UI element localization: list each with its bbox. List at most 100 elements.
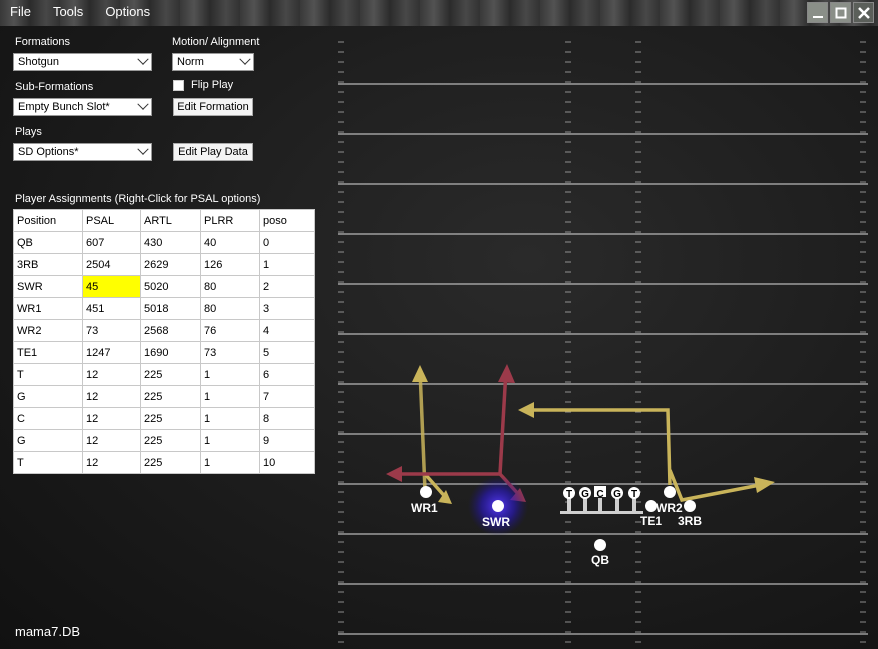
table-cell-psal[interactable]: 73 bbox=[82, 319, 141, 342]
player-qb[interactable]: QB bbox=[591, 539, 609, 567]
table-cell-poso[interactable]: 1 bbox=[259, 253, 315, 276]
player-wr1[interactable]: WR1 bbox=[411, 486, 438, 515]
table-cell-poso[interactable]: 6 bbox=[259, 363, 315, 386]
table-cell-plrr[interactable]: 1 bbox=[200, 451, 260, 474]
table-cell-artl[interactable]: 1690 bbox=[140, 341, 201, 364]
table-row[interactable]: SWR 45 5020 80 2 bbox=[13, 275, 315, 298]
table-cell-psal[interactable]: 12 bbox=[82, 429, 141, 452]
plays-value: SD Options* bbox=[18, 146, 79, 158]
table-cell-poso[interactable]: 8 bbox=[259, 407, 315, 430]
lineman-label: G bbox=[581, 489, 589, 500]
table-cell-psal[interactable]: 451 bbox=[82, 297, 141, 320]
table-cell-position[interactable]: QB bbox=[13, 231, 83, 254]
table-cell-position[interactable]: 3RB bbox=[13, 253, 83, 276]
table-cell-plrr[interactable]: 80 bbox=[200, 297, 260, 320]
maximize-button[interactable] bbox=[830, 2, 851, 23]
edit-play-data-button[interactable]: Edit Play Data bbox=[173, 143, 253, 161]
table-cell-position[interactable]: WR1 bbox=[13, 297, 83, 320]
lineman-g[interactable]: G bbox=[576, 487, 594, 514]
route-wr2-crossing[interactable] bbox=[530, 408, 672, 486]
table-row[interactable]: 3RB 2504 2629 126 1 bbox=[13, 253, 315, 276]
table-row[interactable]: WR1 451 5018 80 3 bbox=[13, 297, 315, 320]
column-header-position[interactable]: Position bbox=[13, 209, 83, 232]
table-cell-psal[interactable]: 12 bbox=[82, 385, 141, 408]
route-wr2-flat[interactable] bbox=[668, 469, 761, 502]
table-cell-psal[interactable]: 12 bbox=[82, 407, 141, 430]
column-header-psal[interactable]: PSAL bbox=[82, 209, 141, 232]
table-cell-plrr[interactable]: 1 bbox=[200, 429, 260, 452]
table-cell-plrr[interactable]: 1 bbox=[200, 385, 260, 408]
lineman-t[interactable]: T bbox=[625, 487, 643, 514]
table-row[interactable]: WR2 73 2568 76 4 bbox=[13, 319, 315, 342]
table-cell-poso[interactable]: 9 bbox=[259, 429, 315, 452]
table-row[interactable]: TE1 1247 1690 73 5 bbox=[13, 341, 315, 364]
plays-select[interactable]: SD Options* bbox=[13, 143, 152, 161]
table-cell-psal[interactable]: 607 bbox=[82, 231, 141, 254]
table-cell-artl[interactable]: 225 bbox=[140, 451, 201, 474]
menu-options[interactable]: Options bbox=[101, 4, 154, 22]
table-cell-psal[interactable]: 2504 bbox=[82, 253, 141, 276]
formations-select[interactable]: Shotgun bbox=[13, 53, 152, 71]
table-cell-poso[interactable]: 4 bbox=[259, 319, 315, 342]
table-cell-position[interactable]: T bbox=[13, 451, 83, 474]
table-cell-poso[interactable]: 3 bbox=[259, 297, 315, 320]
table-cell-plrr[interactable]: 126 bbox=[200, 253, 260, 276]
table-cell-plrr[interactable]: 1 bbox=[200, 407, 260, 430]
table-cell-poso[interactable]: 5 bbox=[259, 341, 315, 364]
table-row[interactable]: G 12 225 1 7 bbox=[13, 385, 315, 408]
table-row[interactable]: G 12 225 1 9 bbox=[13, 429, 315, 452]
table-row[interactable]: T 12 225 1 6 bbox=[13, 363, 315, 386]
table-cell-position[interactable]: TE1 bbox=[13, 341, 83, 364]
play-field[interactable]: TGCGT WR1 SWR TE1 WR2 3RB QB bbox=[320, 30, 878, 649]
table-cell-plrr[interactable]: 73 bbox=[200, 341, 260, 364]
table-cell-psal[interactable]: 12 bbox=[82, 363, 141, 386]
table-cell-artl[interactable]: 5020 bbox=[140, 275, 201, 298]
menu-file[interactable]: File bbox=[6, 4, 35, 22]
table-cell-plrr[interactable]: 76 bbox=[200, 319, 260, 342]
table-cell-position[interactable]: WR2 bbox=[13, 319, 83, 342]
edit-formation-button[interactable]: Edit Formation bbox=[173, 98, 253, 116]
table-cell-artl[interactable]: 225 bbox=[140, 407, 201, 430]
table-cell-poso[interactable]: 0 bbox=[259, 231, 315, 254]
table-cell-position[interactable]: G bbox=[13, 385, 83, 408]
table-cell-psal[interactable]: 1247 bbox=[82, 341, 141, 364]
route-red-vertical[interactable] bbox=[498, 369, 508, 475]
column-header-plrr[interactable]: PLRR bbox=[200, 209, 260, 232]
table-cell-poso[interactable]: 2 bbox=[259, 275, 315, 298]
table-cell-artl[interactable]: 2568 bbox=[140, 319, 201, 342]
table-cell-poso[interactable]: 10 bbox=[259, 451, 315, 474]
formations-label: Formations bbox=[15, 36, 71, 48]
table-cell-artl[interactable]: 5018 bbox=[140, 297, 201, 320]
table-cell-position[interactable]: T bbox=[13, 363, 83, 386]
minimize-button[interactable] bbox=[807, 2, 828, 23]
table-cell-position[interactable]: SWR bbox=[13, 275, 83, 298]
column-header-poso[interactable]: poso bbox=[259, 209, 315, 232]
table-cell-artl[interactable]: 225 bbox=[140, 429, 201, 452]
table-cell-poso[interactable]: 7 bbox=[259, 385, 315, 408]
table-cell-psal[interactable]: 12 bbox=[82, 451, 141, 474]
motion-select[interactable]: Norm bbox=[172, 53, 254, 71]
table-cell-artl[interactable]: 225 bbox=[140, 363, 201, 386]
subformations-select[interactable]: Empty Bunch Slot* bbox=[13, 98, 152, 116]
table-row[interactable]: C 12 225 1 8 bbox=[13, 407, 315, 430]
lineman-g[interactable]: G bbox=[608, 487, 626, 514]
table-cell-artl[interactable]: 2629 bbox=[140, 253, 201, 276]
offensive-line: TGCGT bbox=[560, 486, 643, 514]
table-cell-psal[interactable]: 45 bbox=[82, 275, 141, 298]
flip-play-checkbox[interactable] bbox=[173, 80, 184, 91]
table-cell-artl[interactable]: 225 bbox=[140, 385, 201, 408]
close-button[interactable] bbox=[853, 2, 874, 23]
table-cell-plrr[interactable]: 40 bbox=[200, 231, 260, 254]
route-wr1-vertical[interactable] bbox=[418, 369, 427, 491]
lineman-c[interactable]: C bbox=[591, 486, 609, 514]
table-row[interactable]: QB 607 430 40 0 bbox=[13, 231, 315, 254]
table-cell-plrr[interactable]: 1 bbox=[200, 363, 260, 386]
table-cell-position[interactable]: G bbox=[13, 429, 83, 452]
table-cell-artl[interactable]: 430 bbox=[140, 231, 201, 254]
lineman-t[interactable]: T bbox=[560, 487, 578, 514]
table-cell-position[interactable]: C bbox=[13, 407, 83, 430]
table-cell-plrr[interactable]: 80 bbox=[200, 275, 260, 298]
column-header-artl[interactable]: ARTL bbox=[140, 209, 201, 232]
table-row[interactable]: T 12 225 1 10 bbox=[13, 451, 315, 474]
menu-tools[interactable]: Tools bbox=[49, 4, 87, 22]
